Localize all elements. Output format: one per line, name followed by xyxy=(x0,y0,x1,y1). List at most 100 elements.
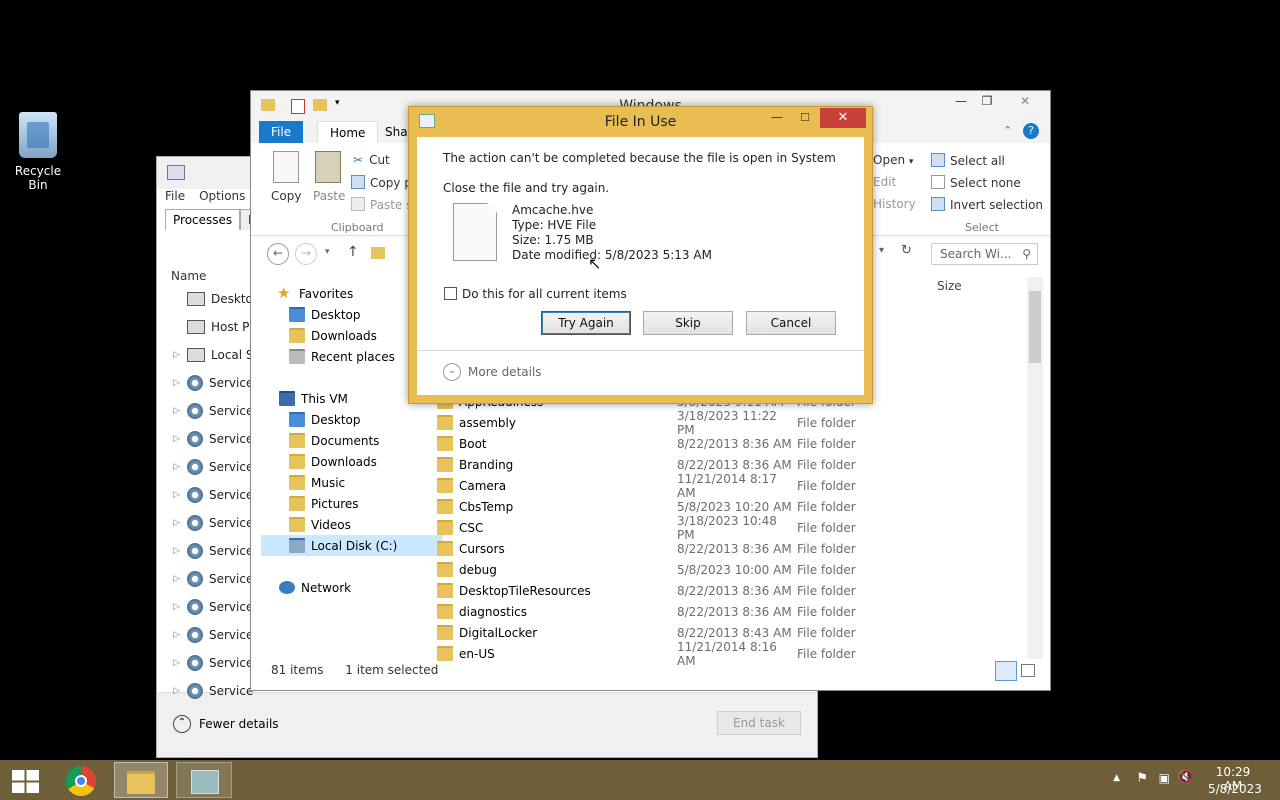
file-row[interactable]: Boot 8/22/2013 8:36 AM File folder xyxy=(437,433,877,454)
address-dropdown-icon[interactable]: ▾ xyxy=(879,245,884,256)
nav-downloads[interactable]: Downloads xyxy=(289,325,377,346)
file-row[interactable]: en-US 11/21/2014 8:16 AM File folder xyxy=(437,640,877,668)
help-icon[interactable]: ? xyxy=(1023,123,1039,139)
do-for-all-label[interactable]: Do this for all current items xyxy=(462,287,627,301)
menu-file[interactable]: File xyxy=(165,189,185,203)
cancel-button[interactable]: Cancel xyxy=(746,311,836,335)
action-center-flag-icon[interactable]: ⚑ xyxy=(1136,771,1148,786)
maximize-button[interactable]: ❐ xyxy=(973,91,1001,111)
nav-network[interactable]: Network xyxy=(279,577,351,598)
collapse-ribbon-icon[interactable]: ⌃ xyxy=(1003,124,1012,137)
nav-pc-downloads[interactable]: Downloads xyxy=(289,451,377,472)
dialog-close-button[interactable]: ✕ xyxy=(820,108,866,128)
large-icons-view-icon[interactable] xyxy=(1021,664,1035,677)
close-button[interactable]: ✕ xyxy=(1003,91,1047,111)
expand-arrow-icon[interactable]: ▷ xyxy=(173,462,187,472)
expand-arrow-icon[interactable]: ▷ xyxy=(173,434,187,444)
more-details-button[interactable]: ⌄ More details xyxy=(443,363,542,381)
expand-arrow-icon[interactable]: ▷ xyxy=(173,406,187,416)
file-row[interactable]: assembly 3/18/2023 11:22 PM File folder xyxy=(437,409,877,437)
videos-icon xyxy=(289,517,305,532)
try-again-button[interactable]: Try Again xyxy=(541,311,631,335)
skip-button[interactable]: Skip xyxy=(643,311,733,335)
task-manager-icon xyxy=(191,770,219,794)
dialog-maximize-button[interactable]: ☐ xyxy=(792,108,818,128)
copy-path-icon xyxy=(351,175,365,189)
open-button[interactable]: Open ▾ xyxy=(873,153,913,167)
edit-button[interactable]: Edit xyxy=(873,175,896,189)
scrollbar-thumb[interactable] xyxy=(1029,291,1041,363)
file-row[interactable]: CSC 3/18/2023 10:48 PM File folder xyxy=(437,514,877,542)
nav-desktop[interactable]: Desktop xyxy=(289,304,361,325)
expand-arrow-icon[interactable]: ▷ xyxy=(173,378,187,388)
nav-pictures[interactable]: Pictures xyxy=(289,493,359,514)
cut-button[interactable]: ✂ Cut xyxy=(353,153,390,167)
expand-arrow-icon[interactable]: ▷ xyxy=(173,658,187,668)
menu-options[interactable]: Options xyxy=(199,189,245,203)
recent-locations-icon[interactable]: ▾ xyxy=(325,247,330,257)
file-row[interactable]: Camera 11/21/2014 8:17 AM File folder xyxy=(437,472,877,500)
history-button[interactable]: History xyxy=(873,197,916,211)
nav-pc-desktop[interactable]: Desktop xyxy=(289,409,361,430)
gear-icon xyxy=(187,599,203,615)
details-view-icon[interactable] xyxy=(995,661,1017,681)
taskbar-task-manager[interactable] xyxy=(176,762,232,798)
invert-selection-button[interactable]: Invert selection xyxy=(931,197,1043,212)
back-button[interactable]: ← xyxy=(267,243,289,265)
dialog-body: The action can't be completed because th… xyxy=(417,137,864,395)
file-row[interactable]: diagnostics 8/22/2013 8:36 AM File folder xyxy=(437,601,877,622)
minimize-button[interactable]: — xyxy=(947,91,975,111)
tab-file[interactable]: File xyxy=(259,121,304,143)
nav-favorites[interactable]: ★ Favorites xyxy=(277,283,353,304)
select-none-button[interactable]: Select none xyxy=(931,175,1021,190)
up-button[interactable]: ↑ xyxy=(347,244,359,260)
fewer-details-button[interactable]: ⌃ Fewer details xyxy=(173,715,279,733)
file-row[interactable]: Branding 8/22/2013 8:36 AM File folder xyxy=(437,454,877,475)
recycle-bin-icon xyxy=(19,112,57,158)
dialog-minimize-button[interactable]: — xyxy=(764,108,790,128)
tab-processes[interactable]: Processes xyxy=(165,209,241,230)
clock-date[interactable]: 5/8/2023 xyxy=(1208,782,1262,796)
expand-arrow-icon[interactable]: ▷ xyxy=(173,602,187,612)
gear-icon xyxy=(187,683,203,699)
nav-this-vm[interactable]: This VM xyxy=(279,388,348,409)
start-button[interactable] xyxy=(0,762,58,798)
search-input[interactable]: Search Wi... ⚲ xyxy=(931,243,1038,265)
taskbar-file-explorer[interactable] xyxy=(114,762,168,798)
file-row[interactable]: DigitalLocker 8/22/2013 8:43 AM File folde… xyxy=(437,622,877,643)
nav-music[interactable]: Music xyxy=(289,472,345,493)
file-row[interactable]: DesktopTileResources 8/22/2013 8:36 AM Fil… xyxy=(437,580,877,601)
vertical-scrollbar[interactable] xyxy=(1027,277,1043,659)
do-for-all-checkbox[interactable] xyxy=(444,287,457,300)
nav-videos[interactable]: Videos xyxy=(289,514,351,535)
taskbar-chrome[interactable] xyxy=(54,762,112,798)
expand-arrow-icon[interactable]: ▷ xyxy=(173,518,187,528)
folder-icon xyxy=(437,478,453,493)
network-tray-icon[interactable]: ▣ xyxy=(1159,771,1170,785)
file-row[interactable]: Cursors 8/22/2013 8:36 AM File folder xyxy=(437,538,877,559)
nav-documents[interactable]: Documents xyxy=(289,430,379,451)
select-all-button[interactable]: Select all xyxy=(931,153,1005,168)
paste-button[interactable]: Paste xyxy=(313,189,345,203)
expand-arrow-icon[interactable]: ▷ xyxy=(173,350,187,360)
file-row[interactable]: debug 5/8/2023 10:00 AM File folder xyxy=(437,559,877,580)
expand-arrow-icon[interactable]: ▷ xyxy=(173,490,187,500)
expand-arrow-icon[interactable]: ▷ xyxy=(173,630,187,640)
expand-arrow-icon[interactable]: ▷ xyxy=(173,686,187,696)
nav-recent-places[interactable]: Recent places xyxy=(289,346,395,367)
copy-button[interactable]: Copy xyxy=(271,189,301,203)
expand-arrow-icon[interactable]: ▷ xyxy=(173,546,187,556)
expand-arrow-icon[interactable]: ▷ xyxy=(173,574,187,584)
forward-button[interactable]: → xyxy=(295,243,317,265)
column-name-header[interactable]: Name xyxy=(171,269,206,283)
recycle-bin[interactable]: Recycle Bin xyxy=(6,112,70,192)
refresh-button[interactable]: ↻ xyxy=(901,243,912,258)
file-row[interactable]: CbsTemp 5/8/2023 10:20 AM File folder xyxy=(437,496,877,517)
process-name: Service xyxy=(209,628,254,642)
end-task-button[interactable]: End task xyxy=(717,711,801,735)
volume-muted-icon[interactable]: 🔇 xyxy=(1178,770,1194,785)
tab-home[interactable]: Home xyxy=(317,121,379,144)
nav-local-disk[interactable]: Local Disk (C:) xyxy=(261,535,443,556)
size-column-header[interactable]: Size xyxy=(937,279,962,293)
show-hidden-icons[interactable]: ▲ xyxy=(1113,773,1120,783)
